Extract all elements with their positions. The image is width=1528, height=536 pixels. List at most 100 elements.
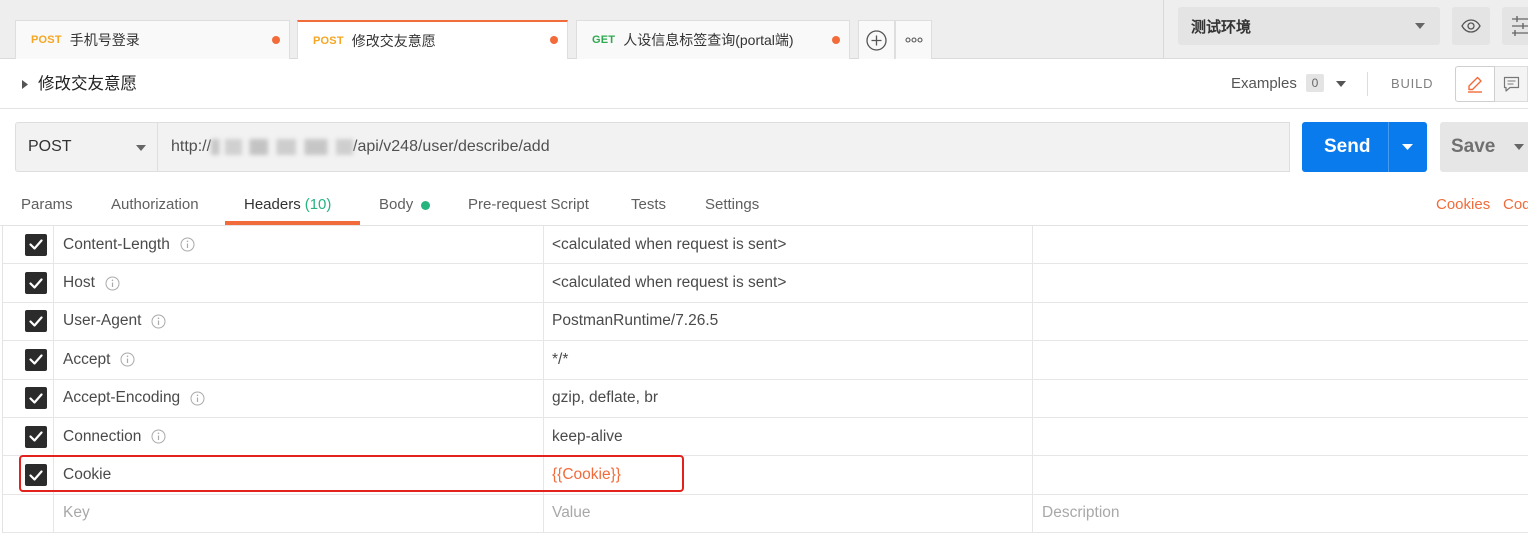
header-description-cell[interactable] <box>1032 456 1528 494</box>
tab-tests[interactable]: Tests <box>631 196 666 214</box>
request-subtabs: Params Authorization Headers (10) Body Pr… <box>0 185 1528 226</box>
examples-count-badge: 0 <box>1306 74 1324 92</box>
header-row: Host <calculated when request is sent> <box>3 264 1528 303</box>
header-value: <calculated when request is sent> <box>552 274 787 292</box>
header-enabled-checkbox[interactable] <box>25 464 47 487</box>
header-value: <calculated when request is sent> <box>552 235 787 253</box>
tab-pre-request-script[interactable]: Pre-request Script <box>468 196 589 214</box>
environment-selector[interactable]: 测试环境 <box>1178 7 1440 45</box>
header-key-cell[interactable]: Connection <box>53 417 543 456</box>
tab-title: 修改交友意愿 <box>351 32 436 49</box>
tab-settings[interactable]: Settings <box>705 196 759 214</box>
send-button[interactable]: Send <box>1302 122 1427 172</box>
status-dot-icon <box>421 201 430 210</box>
header-check-cell <box>3 380 53 417</box>
examples-button[interactable]: Examples <box>1231 74 1297 94</box>
header-key-cell[interactable]: Accept <box>53 341 543 379</box>
check-icon <box>29 316 43 327</box>
header-value-cell[interactable]: {{Cookie}} <box>543 456 1032 494</box>
header-description-cell[interactable] <box>1032 417 1528 456</box>
header-row: Accept */* <box>3 341 1528 380</box>
edit-mode-button[interactable] <box>1455 66 1495 102</box>
header-value: keep-alive <box>552 427 623 445</box>
info-icon <box>190 391 205 406</box>
environment-quick-look-button[interactable] <box>1452 7 1490 45</box>
method-value: POST <box>28 138 72 155</box>
header-check-cell <box>3 456 53 493</box>
header-value-cell[interactable]: PostmanRuntime/7.26.5 <box>543 302 1032 341</box>
header-enabled-checkbox[interactable] <box>25 348 47 371</box>
header-value: gzip, deflate, br <box>552 389 658 407</box>
header-enabled-checkbox[interactable] <box>25 387 47 410</box>
tab-body[interactable]: Body <box>379 196 413 214</box>
header-value-cell[interactable]: */* <box>543 341 1032 379</box>
request-tab-active[interactable]: POST 修改交友意愿 <box>297 20 568 59</box>
url-input[interactable]: http:// /api/v248/user/describe/add <box>158 122 1290 172</box>
method-selector[interactable]: POST <box>15 122 158 172</box>
header-description-cell[interactable] <box>1032 264 1528 302</box>
url-prefix: http:// <box>171 138 212 155</box>
header-value-cell[interactable]: <calculated when request is sent> <box>543 264 1032 302</box>
header-check-cell <box>3 341 53 378</box>
header-enabled-checkbox[interactable] <box>25 272 47 295</box>
tab-headers[interactable]: Headers (10) <box>244 196 331 214</box>
header-value-cell[interactable]: keep-alive <box>543 417 1032 456</box>
header-description-cell[interactable] <box>1032 379 1528 417</box>
header-check-cell <box>3 303 53 340</box>
tab-method: POST <box>31 34 62 46</box>
request-tab[interactable]: GET 人设信息标签查询(portal端) <box>576 20 850 59</box>
new-header-key-input[interactable]: Key <box>53 494 543 533</box>
header-enabled-checkbox[interactable] <box>25 310 47 333</box>
environment-label: 测试环境 <box>1191 18 1252 36</box>
comments-button[interactable] <box>1495 66 1528 102</box>
chevron-down-icon[interactable] <box>1514 144 1524 150</box>
header-value: PostmanRuntime/7.26.5 <box>552 312 719 330</box>
header-row: Content-Length <calculated when request i… <box>3 226 1528 265</box>
new-header-description-input[interactable]: Description <box>1032 494 1528 533</box>
save-label: Save <box>1451 136 1496 157</box>
caret-right-icon[interactable] <box>22 80 28 89</box>
tab-method: GET <box>592 34 616 46</box>
header-enabled-checkbox[interactable] <box>25 233 47 256</box>
request-tab[interactable]: POST 手机号登录 <box>15 20 290 59</box>
check-icon <box>29 469 43 481</box>
check-icon <box>29 239 43 250</box>
tab-params[interactable]: Params <box>21 196 73 214</box>
header-description-cell[interactable] <box>1032 341 1528 379</box>
request-name[interactable]: 修改交友意愿 <box>38 73 137 95</box>
check-icon <box>29 354 43 365</box>
header-key-cell[interactable]: User-Agent <box>53 302 543 341</box>
header-key: Cookie <box>63 466 112 484</box>
key-placeholder: Key <box>63 504 90 522</box>
header-key-cell[interactable]: Content-Length <box>53 226 543 264</box>
headers-count: (10) <box>304 196 332 213</box>
header-key-cell[interactable]: Host <box>53 264 543 302</box>
more-tabs-button[interactable] <box>895 20 932 59</box>
header-key-cell[interactable]: Cookie <box>53 456 543 494</box>
tab-title: 人设信息标签查询(portal端) <box>623 32 794 48</box>
build-mode-label: BUILD <box>1391 76 1434 91</box>
save-button[interactable]: Save <box>1440 122 1528 172</box>
chevron-down-icon[interactable] <box>1336 81 1346 87</box>
header-key-cell[interactable]: Accept-Encoding <box>53 379 543 417</box>
postman-window: POST 手机号登录 POST 修改交友意愿 GET 人设信息标签查询(port… <box>0 0 1528 536</box>
more-horizontal-icon <box>904 37 923 43</box>
chevron-down-icon <box>136 145 146 151</box>
new-header-value-input[interactable]: Value <box>543 494 1032 533</box>
header-value-cell[interactable]: gzip, deflate, br <box>543 379 1032 417</box>
comment-icon <box>1503 76 1519 92</box>
new-tab-button[interactable] <box>858 20 895 59</box>
header-check-cell <box>3 264 53 301</box>
chevron-down-icon[interactable] <box>1402 144 1413 150</box>
header-description-cell[interactable] <box>1032 302 1528 341</box>
check-icon <box>29 277 43 289</box>
info-icon <box>151 314 166 329</box>
header-description-cell[interactable] <box>1032 226 1528 264</box>
header-enabled-checkbox[interactable] <box>25 425 47 448</box>
code-link[interactable]: Code <box>1503 196 1528 214</box>
header-value-cell[interactable]: <calculated when request is sent> <box>543 226 1032 264</box>
tab-authorization[interactable]: Authorization <box>111 196 199 214</box>
info-icon <box>180 237 195 252</box>
cookies-link[interactable]: Cookies <box>1436 196 1496 214</box>
manage-environments-button[interactable] <box>1502 7 1528 45</box>
